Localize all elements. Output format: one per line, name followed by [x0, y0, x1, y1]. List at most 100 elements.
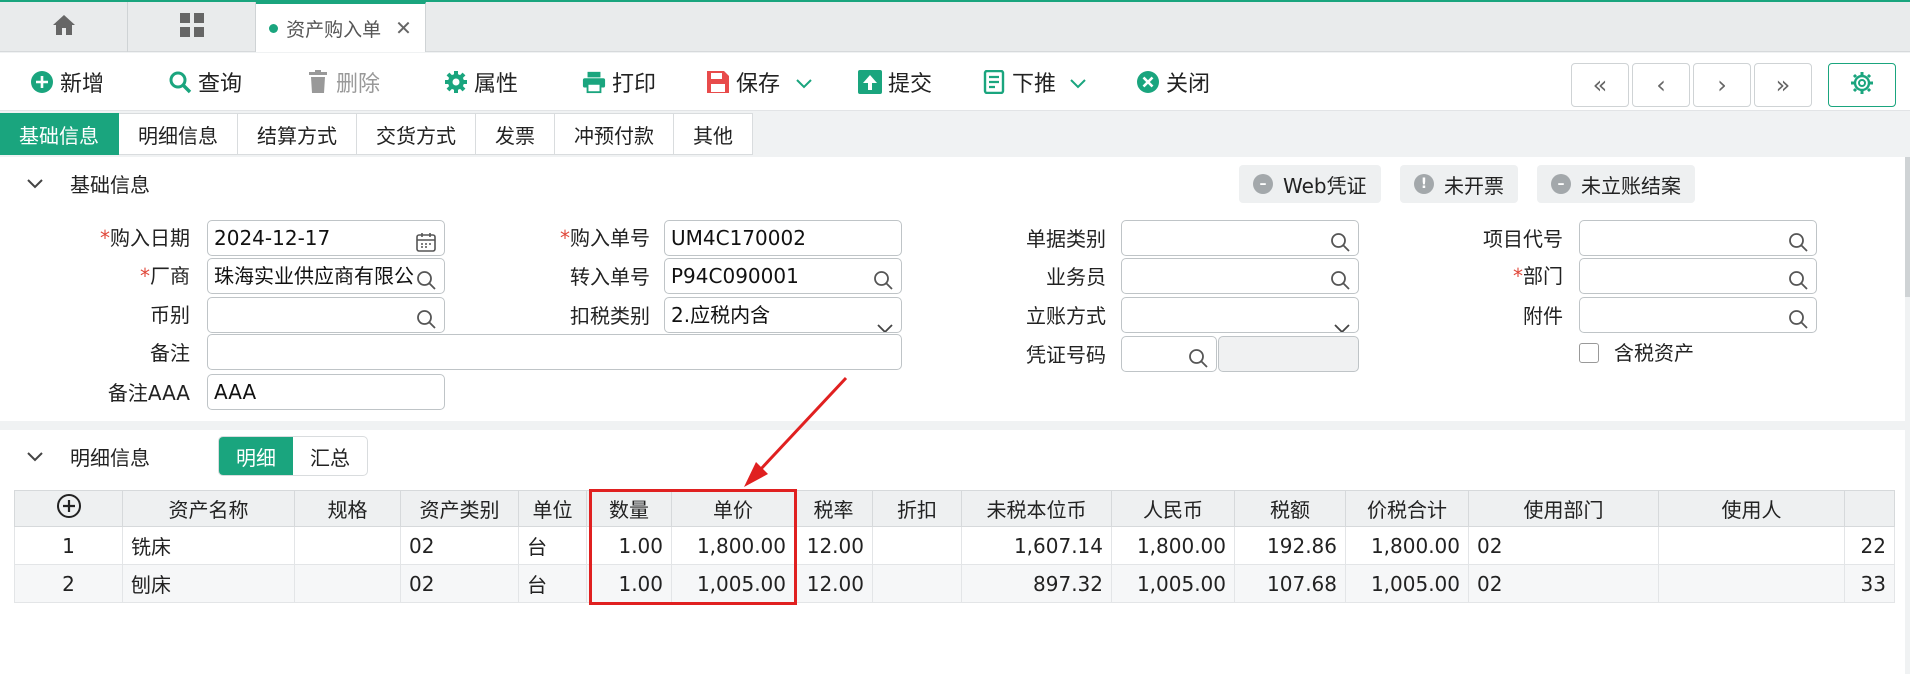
subtab-detail[interactable]: 明细信息	[119, 113, 238, 155]
net-amount-cell[interactable]: 1,607.14	[961, 526, 1112, 565]
query-button[interactable]: 查询	[168, 65, 242, 99]
tax-rate-cell[interactable]: 12.00	[794, 564, 873, 603]
asset-name-cell[interactable]: 刨床	[122, 564, 295, 603]
col-header[interactable]: 使用部门	[1468, 490, 1659, 527]
subtab-delivery[interactable]: 交货方式	[357, 113, 476, 155]
subtab-settlement[interactable]: 结算方式	[238, 113, 357, 155]
detail-mode-button[interactable]: 明细	[219, 437, 293, 475]
unit-cell[interactable]: 台	[518, 564, 587, 603]
remark-aaa-field[interactable]: AAA	[207, 374, 445, 410]
col-header[interactable]: 折扣	[872, 490, 962, 527]
search-icon[interactable]	[1788, 228, 1808, 255]
use-dept-cell[interactable]: 02	[1468, 564, 1659, 603]
transfer-no-field[interactable]: P94C090001	[664, 258, 902, 294]
col-header[interactable]: 资产名称	[122, 490, 295, 527]
discount-cell[interactable]	[872, 526, 962, 565]
vendor-field[interactable]: 珠海实业供应商有限公	[207, 258, 445, 294]
save-button[interactable]: 保存	[706, 65, 812, 99]
unit-cell[interactable]: 台	[518, 526, 587, 565]
search-icon[interactable]	[1788, 305, 1808, 332]
use-dept-cell[interactable]: 02	[1468, 526, 1659, 565]
col-header[interactable]: 使用人	[1658, 490, 1845, 527]
tab-asset-purchase[interactable]: 资产购入单 ✕	[256, 2, 426, 52]
subtab-basic[interactable]: 基础信息	[0, 113, 119, 155]
settings-button[interactable]	[1828, 63, 1896, 107]
attachment-field[interactable]	[1579, 297, 1817, 333]
tax-amount-cell[interactable]: 192.86	[1234, 526, 1346, 565]
total-cell[interactable]: 1,005.00	[1345, 564, 1469, 603]
net-amount-cell[interactable]: 897.32	[961, 564, 1112, 603]
account-close-status[interactable]: – 未立账结案	[1537, 165, 1695, 203]
doc-type-field[interactable]	[1121, 220, 1359, 256]
project-code-field[interactable]	[1579, 220, 1817, 256]
col-header[interactable]: 人民币	[1111, 490, 1235, 527]
total-cell[interactable]: 1,800.00	[1345, 526, 1469, 565]
col-header[interactable]: 未税本位币	[961, 490, 1112, 527]
calendar-icon[interactable]	[416, 228, 436, 255]
remark-field[interactable]	[207, 334, 902, 370]
search-icon[interactable]	[1330, 266, 1350, 293]
col-header[interactable]: 价税合计	[1345, 490, 1469, 527]
account-method-select[interactable]	[1121, 297, 1359, 333]
search-icon[interactable]	[1788, 266, 1808, 293]
discount-cell[interactable]	[872, 564, 962, 603]
salesman-field[interactable]	[1121, 258, 1359, 294]
dept-field[interactable]	[1579, 258, 1817, 294]
plus-circle-icon[interactable]	[56, 494, 82, 524]
search-icon[interactable]	[873, 266, 893, 293]
properties-button[interactable]: 属性	[444, 65, 518, 99]
table-row[interactable]: 1 铣床 02 台 1.00 1,800.00 12.00 1,607.14 1…	[14, 526, 1895, 565]
subtab-invoice[interactable]: 发票	[476, 113, 555, 155]
search-icon[interactable]	[416, 305, 436, 332]
purchase-no-field[interactable]: UM4C170002	[664, 220, 902, 256]
tab-home[interactable]	[0, 2, 128, 52]
invoice-status[interactable]: ! 未开票	[1400, 165, 1518, 203]
extra-cell[interactable]: 33	[1844, 564, 1895, 603]
close-button[interactable]: 关闭	[1136, 65, 1210, 99]
chevron-down-icon[interactable]	[0, 446, 70, 467]
category-cell[interactable]: 02	[400, 526, 519, 565]
next-record-button[interactable]: ›	[1693, 63, 1751, 107]
asset-name-cell[interactable]: 铣床	[122, 526, 295, 565]
first-record-button[interactable]: «	[1571, 63, 1629, 107]
push-down-button[interactable]: 下推	[982, 65, 1086, 99]
add-button[interactable]: 新增	[30, 65, 104, 99]
purchase-date-field[interactable]: 2024-12-17	[207, 220, 445, 256]
subtab-prepayment[interactable]: 冲预付款	[555, 113, 674, 155]
extra-cell[interactable]: 22	[1844, 526, 1895, 565]
spec-cell[interactable]	[294, 526, 401, 565]
submit-button[interactable]: 提交	[858, 65, 932, 99]
category-cell[interactable]: 02	[400, 564, 519, 603]
chevron-down-icon[interactable]	[0, 173, 70, 194]
add-row-header[interactable]	[14, 490, 123, 527]
tab-dashboard[interactable]	[128, 2, 256, 52]
col-header[interactable]: 税率	[794, 490, 873, 527]
col-header[interactable]: 规格	[294, 490, 401, 527]
tax-asset-checkbox[interactable]	[1579, 343, 1599, 363]
rmb-cell[interactable]: 1,800.00	[1111, 526, 1235, 565]
summary-mode-button[interactable]: 汇总	[293, 437, 367, 475]
subtab-other[interactable]: 其他	[674, 113, 753, 155]
tax-rate-cell[interactable]: 12.00	[794, 526, 873, 565]
search-icon[interactable]	[1330, 228, 1350, 255]
tax-amount-cell[interactable]: 107.68	[1234, 564, 1346, 603]
col-header[interactable]: 资产类别	[400, 490, 519, 527]
delete-button[interactable]: 删除	[306, 65, 380, 99]
chevron-down-icon[interactable]	[1070, 70, 1086, 95]
chevron-down-icon[interactable]	[796, 70, 812, 95]
col-header[interactable]: 单位	[518, 490, 587, 527]
chevron-down-icon[interactable]	[877, 310, 893, 332]
close-tab-icon[interactable]: ✕	[395, 16, 412, 40]
rmb-cell[interactable]: 1,005.00	[1111, 564, 1235, 603]
voucher-no-field[interactable]	[1121, 336, 1217, 372]
web-voucher-status[interactable]: – Web凭证	[1239, 165, 1381, 203]
search-icon[interactable]	[416, 266, 436, 293]
search-icon[interactable]	[1188, 344, 1208, 371]
user-cell[interactable]	[1658, 564, 1845, 603]
currency-field[interactable]	[207, 297, 445, 333]
tax-type-select[interactable]: 2.应税内含	[664, 297, 902, 333]
prev-record-button[interactable]: ‹	[1632, 63, 1690, 107]
table-row[interactable]: 2 刨床 02 台 1.00 1,005.00 12.00 897.32 1,0…	[14, 564, 1895, 603]
user-cell[interactable]	[1658, 526, 1845, 565]
chevron-down-icon[interactable]	[1334, 310, 1350, 332]
